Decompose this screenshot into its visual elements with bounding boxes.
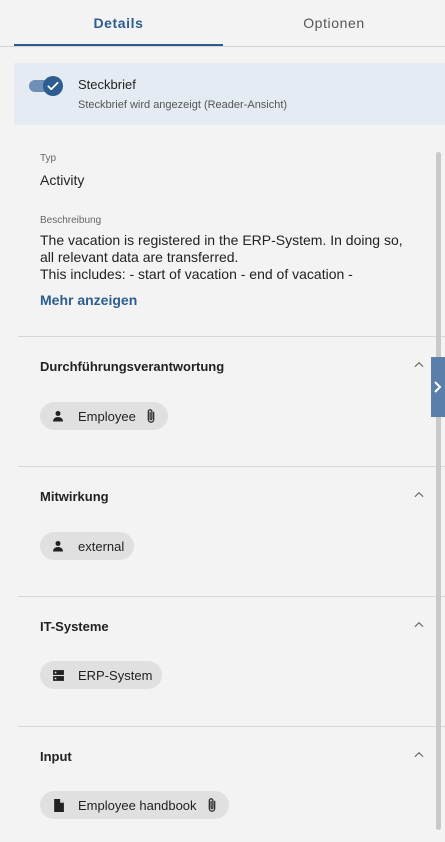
description-label: Beschreibung [40,215,102,226]
tab-optionen[interactable]: Optionen [223,0,445,46]
section-title-mitwirkung: Mitwirkung [40,489,109,504]
chevron-up-icon[interactable] [412,618,426,632]
chip-label: Employee [78,408,136,424]
toggle-title: Steckbrief [78,77,136,92]
section-title-input: Input [40,749,72,764]
steckbrief-toggle-switch[interactable] [29,75,65,97]
chip-employee[interactable]: Employee [40,402,168,430]
chevron-up-icon[interactable] [412,358,426,372]
chip-erp-system[interactable]: ERP-System [40,661,163,689]
side-panel-toggle[interactable] [431,357,445,417]
section-divider [18,336,445,337]
description-line: The vacation is registered in the ERP-Sy… [40,232,403,248]
scrollbar[interactable] [436,152,441,830]
paperclip-icon [144,408,158,424]
chip-label: external [78,538,125,554]
document-icon [51,798,65,812]
show-more-link[interactable]: Mehr anzeigen [40,292,137,308]
person-icon [51,539,65,553]
steckbrief-toggle-card: Steckbrief Steckbrief wird angezeigt (Re… [14,63,445,125]
tab-details[interactable]: Details [14,0,223,46]
chip-label: Employee handbook [78,797,197,813]
section-divider [18,466,445,467]
paperclip-icon [205,797,219,813]
tab-bar: Details Optionen [0,0,445,47]
description-line: This includes: - start of vacation - end… [40,266,353,282]
chevron-up-icon[interactable] [412,748,426,762]
person-icon [51,409,65,423]
type-value: Activity [40,172,85,188]
chip-external[interactable]: external [40,532,135,560]
section-divider [18,726,445,727]
chevron-right-icon [434,381,442,393]
section-title-it-systeme: IT-Systeme [40,619,109,634]
toggle-knob [43,76,63,96]
section-divider [18,596,445,597]
type-label: Typ [40,153,57,164]
description-line: all relevant data are transferred. [40,249,239,265]
toggle-subtitle: Steckbrief wird angezeigt (Reader-Ansich… [78,99,288,111]
chevron-up-icon[interactable] [412,488,426,502]
chip-label: ERP-System [78,667,153,683]
check-icon [47,81,59,91]
server-icon [51,668,65,682]
section-title-durchfuehrungsverantwortung: Durchführungsverantwortung [40,359,225,374]
active-tab-indicator [14,44,223,46]
description-text: The vacation is registered in the ERP-Sy… [40,232,430,284]
chip-employee-handbook[interactable]: Employee handbook [40,791,229,819]
